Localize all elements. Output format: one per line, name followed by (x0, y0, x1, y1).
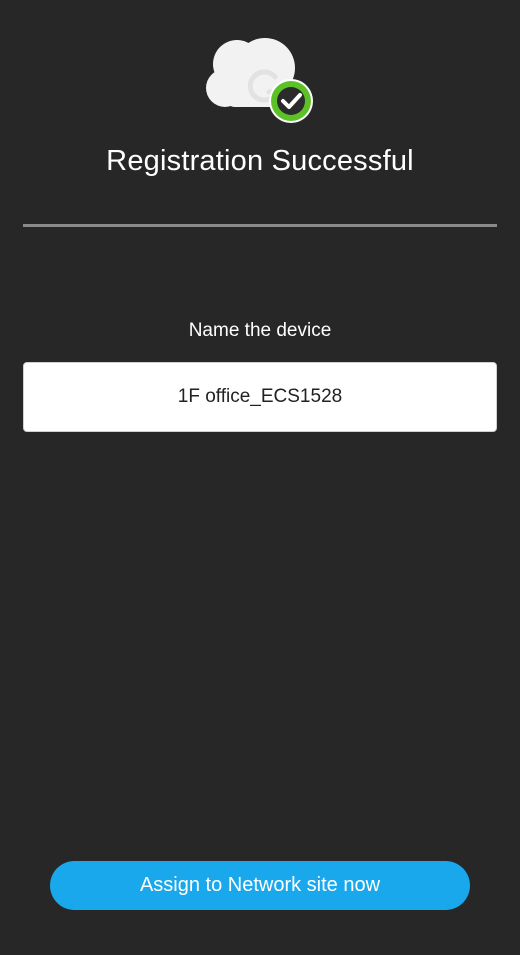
cloud-check-icon (203, 34, 317, 126)
page-title: Registration Successful (106, 145, 414, 177)
registration-success-screen: Registration Successful Name the device … (0, 0, 520, 955)
section-divider (23, 224, 497, 227)
device-name-label: Name the device (188, 320, 332, 341)
device-name-input[interactable] (23, 362, 497, 432)
assign-network-site-button[interactable]: Assign to Network site now (50, 861, 470, 910)
